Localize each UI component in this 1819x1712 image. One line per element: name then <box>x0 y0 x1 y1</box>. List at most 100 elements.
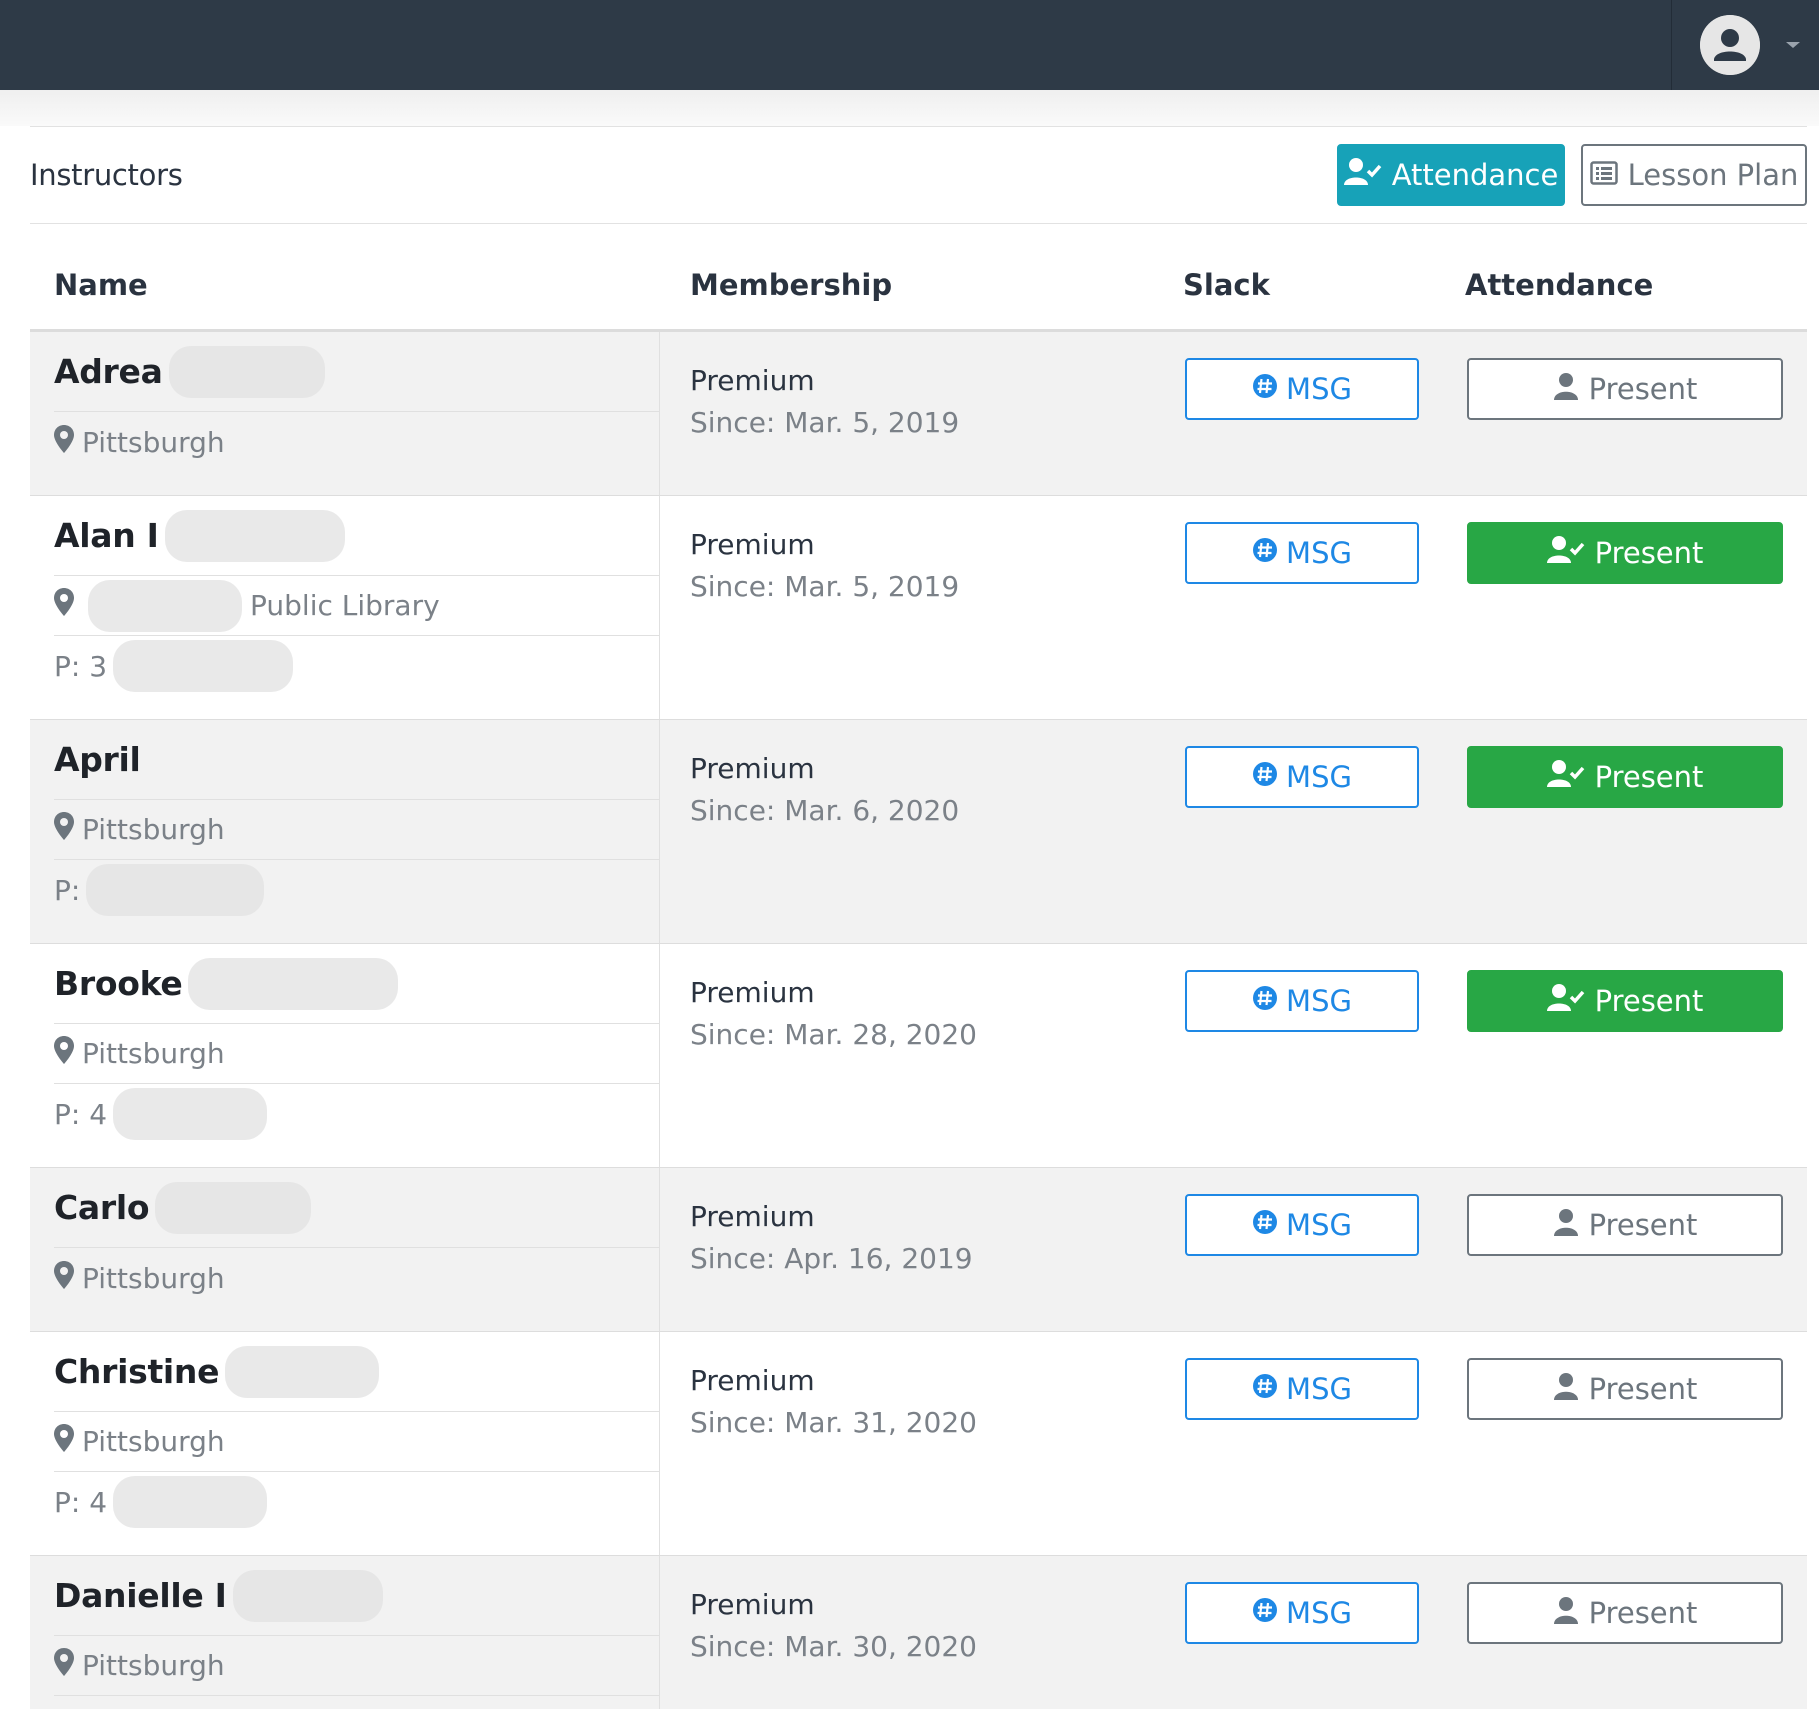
user-icon <box>1553 1372 1579 1407</box>
location-text: Pittsburgh <box>82 1261 225 1295</box>
user-check-icon <box>1343 157 1382 194</box>
table-row: Carlo Pittsburgh Premium Since: Apr. 16,… <box>30 1168 1807 1332</box>
location-text: Pittsburgh <box>82 813 225 846</box>
instructor-name[interactable]: Christine <box>54 1352 220 1391</box>
present-button[interactable]: Present <box>1467 1194 1783 1256</box>
membership-since: Since: Mar. 31, 2020 <box>690 1406 977 1439</box>
present-button[interactable]: Present <box>1467 358 1783 420</box>
msg-label: MSG <box>1286 536 1352 570</box>
slack-msg-button[interactable]: MSG <box>1185 970 1419 1032</box>
slack-icon <box>1252 760 1278 794</box>
redacted-text <box>86 864 265 916</box>
present-label: Present <box>1588 1208 1698 1242</box>
present-label: Present <box>1594 536 1704 570</box>
top-navbar <box>0 0 1819 90</box>
phone-text: P: 4 <box>54 1097 108 1131</box>
location-line: Pittsburgh <box>54 412 660 472</box>
header-shadow <box>0 90 1819 126</box>
slack-msg-button[interactable]: MSG <box>1185 1582 1419 1644</box>
location-text: Pittsburgh <box>82 425 225 459</box>
map-marker-icon <box>54 1260 74 1296</box>
slack-icon <box>1252 1596 1278 1630</box>
location-text: Pittsburgh <box>82 1037 225 1070</box>
location-line: Pittsburgh <box>54 800 660 860</box>
table-row: Danielle I Pittsburgh Premium Since: Mar… <box>30 1556 1807 1709</box>
instructor-name-line: April <box>54 720 660 800</box>
map-marker-icon <box>54 812 74 847</box>
present-button[interactable]: Present <box>1467 522 1783 584</box>
section-header: Instructors Attendance Lesson Plan <box>30 126 1807 224</box>
location-line: Pittsburgh <box>54 1024 660 1084</box>
name-cell: Adrea Pittsburgh <box>30 332 660 495</box>
column-header-attendance[interactable]: Attendance <box>1465 268 1653 302</box>
user-check-icon <box>1546 535 1585 572</box>
name-cell: Carlo Pittsburgh <box>30 1168 660 1331</box>
instructor-name[interactable]: Alan I <box>54 516 159 555</box>
map-marker-icon <box>54 1036 74 1071</box>
redacted-text <box>155 1181 312 1234</box>
instructor-name[interactable]: Carlo <box>54 1188 150 1227</box>
instructor-name[interactable]: Brooke <box>54 964 183 1003</box>
slack-msg-button[interactable]: MSG <box>1185 1194 1419 1256</box>
instructor-name[interactable]: April <box>54 740 141 779</box>
membership-since: Since: Mar. 6, 2020 <box>690 794 960 827</box>
membership-since: Since: Apr. 16, 2019 <box>690 1242 973 1275</box>
redacted-text <box>88 579 242 632</box>
name-cell: April Pittsburgh P: <box>30 720 660 943</box>
table-row: Brooke Pittsburgh P: 4 Premium Since: Ma… <box>30 944 1807 1168</box>
redacted-text <box>225 1345 380 1398</box>
instructor-name[interactable]: Adrea <box>54 352 163 391</box>
slack-msg-button[interactable]: MSG <box>1185 358 1419 420</box>
table-row: Alan I Public Library P: 3 Premium Since… <box>30 496 1807 720</box>
membership-cell: Premium Since: Mar. 5, 2019 <box>690 524 959 608</box>
location-text: Pittsburgh <box>82 1649 225 1682</box>
present-button[interactable]: Present <box>1467 1358 1783 1420</box>
present-label: Present <box>1588 1596 1698 1630</box>
present-button[interactable]: Present <box>1467 746 1783 808</box>
present-button[interactable]: Present <box>1467 1582 1783 1644</box>
list-alt-icon <box>1589 158 1618 192</box>
membership-cell: Premium Since: Mar. 28, 2020 <box>690 972 977 1056</box>
name-cell: Alan I Public Library P: 3 <box>30 496 660 719</box>
slack-msg-button[interactable]: MSG <box>1185 746 1419 808</box>
instructor-name[interactable]: Danielle I <box>54 1576 227 1615</box>
membership-cell: Premium Since: Mar. 5, 2019 <box>690 360 959 444</box>
lesson-plan-button[interactable]: Lesson Plan <box>1581 144 1807 206</box>
column-header-slack[interactable]: Slack <box>1183 268 1270 302</box>
membership-cell: Premium Since: Mar. 30, 2020 <box>690 1584 977 1668</box>
slack-icon <box>1252 536 1278 570</box>
table-row: Adrea Pittsburgh Premium Since: Mar. 5, … <box>30 332 1807 496</box>
slack-msg-button[interactable]: MSG <box>1185 522 1419 584</box>
present-button[interactable]: Present <box>1467 970 1783 1032</box>
caret-down-icon[interactable] <box>1784 36 1802 55</box>
instructor-name-line: Carlo <box>54 1168 660 1248</box>
column-header-membership[interactable]: Membership <box>690 268 892 302</box>
membership-since: Since: Mar. 5, 2019 <box>690 570 960 603</box>
instructor-name-line: Alan I <box>54 496 660 576</box>
membership-since: Since: Mar. 30, 2020 <box>690 1630 977 1663</box>
membership-since: Since: Mar. 28, 2020 <box>690 1018 977 1051</box>
present-label: Present <box>1588 372 1698 406</box>
present-label: Present <box>1594 760 1704 794</box>
instructor-name-line: Brooke <box>54 944 660 1024</box>
user-icon <box>1553 1596 1579 1631</box>
slack-icon <box>1252 1372 1278 1406</box>
location-line: Pittsburgh <box>54 1412 660 1472</box>
user-menu[interactable] <box>1671 0 1819 90</box>
membership-tier: Premium <box>690 976 815 1009</box>
attendance-button[interactable]: Attendance <box>1337 144 1565 206</box>
user-avatar-icon[interactable] <box>1700 15 1760 75</box>
redacted-text <box>113 640 294 692</box>
redacted-text <box>113 1476 268 1528</box>
slack-icon <box>1252 984 1278 1018</box>
membership-cell: Premium Since: Mar. 31, 2020 <box>690 1360 977 1444</box>
membership-since: Since: Mar. 5, 2019 <box>690 406 960 439</box>
slack-msg-button[interactable]: MSG <box>1185 1358 1419 1420</box>
user-icon <box>1553 372 1579 407</box>
user-check-icon <box>1546 983 1585 1020</box>
table-header: Name Membership Slack Attendance <box>30 224 1807 332</box>
column-header-name[interactable]: Name <box>54 268 148 302</box>
membership-cell: Premium Since: Apr. 16, 2019 <box>690 1196 973 1280</box>
msg-label: MSG <box>1286 1372 1352 1406</box>
instructors-table: Name Membership Slack Attendance Adrea P… <box>30 224 1807 1709</box>
